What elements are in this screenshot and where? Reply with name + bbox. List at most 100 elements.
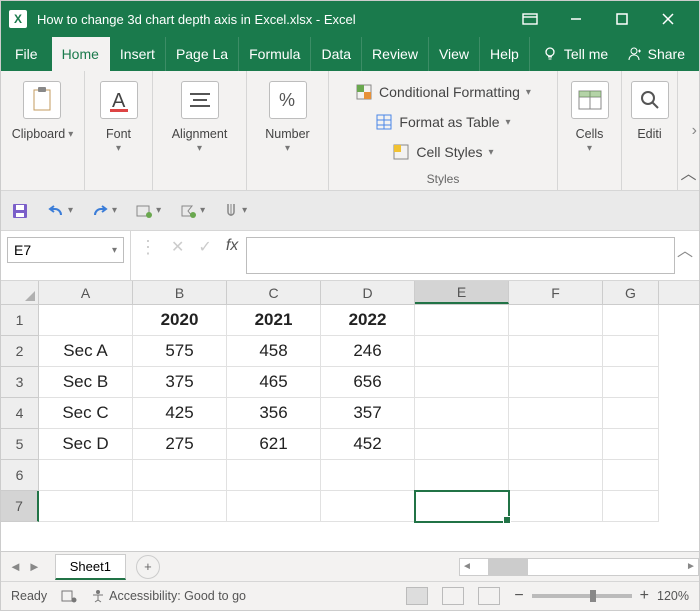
tab-data[interactable]: Data [311, 37, 362, 71]
cell-B3[interactable]: 375 [133, 367, 227, 398]
sheet-tab-sheet1[interactable]: Sheet1 [55, 554, 126, 580]
tell-me-search[interactable]: Tell me [542, 37, 608, 71]
column-header-C[interactable]: C [227, 281, 321, 304]
expand-formula-bar-button[interactable]: ︿ [677, 237, 693, 261]
name-box[interactable]: E7 ▾ [7, 237, 124, 263]
cell-G6[interactable] [603, 460, 659, 491]
cell-F1[interactable] [509, 305, 603, 336]
cell-G5[interactable] [603, 429, 659, 460]
font-group-button[interactable]: A Font ▾ [100, 77, 138, 154]
cell-A3[interactable]: Sec B [39, 367, 133, 398]
cell-B6[interactable] [133, 460, 227, 491]
cell-D5[interactable]: 452 [321, 429, 415, 460]
zoom-slider[interactable] [532, 594, 632, 598]
format-as-table-button[interactable]: Format as Table▾ [375, 107, 510, 137]
row-header-6[interactable]: 6 [1, 460, 39, 491]
paste-button[interactable]: Clipboard▾ [12, 77, 74, 141]
alignment-group-button[interactable]: Alignment ▾ [172, 77, 228, 154]
column-header-E[interactable]: E [415, 281, 509, 304]
cell-F3[interactable] [509, 367, 603, 398]
cell-A7[interactable] [39, 491, 133, 522]
cell-D7[interactable] [321, 491, 415, 522]
tab-view[interactable]: View [429, 37, 480, 71]
macro-record-icon[interactable] [61, 589, 77, 603]
cells-group-button[interactable]: Cells ▾ [571, 77, 609, 154]
fx-options-icon[interactable]: ⋮ [139, 237, 157, 258]
cell-C6[interactable] [227, 460, 321, 491]
qat-button-2[interactable]: ▾ [179, 203, 205, 219]
cell-C1[interactable]: 2021 [227, 305, 321, 336]
save-button[interactable] [11, 202, 29, 220]
cell-F6[interactable] [509, 460, 603, 491]
column-header-B[interactable]: B [133, 281, 227, 304]
cell-A5[interactable]: Sec D [39, 429, 133, 460]
normal-view-button[interactable] [406, 587, 428, 605]
cell-G7[interactable] [603, 491, 659, 522]
cell-A1[interactable] [39, 305, 133, 336]
tab-formulas[interactable]: Formula [239, 37, 311, 71]
cell-C2[interactable]: 458 [227, 336, 321, 367]
cell-C5[interactable]: 621 [227, 429, 321, 460]
formula-input[interactable] [246, 237, 675, 274]
cell-B2[interactable]: 575 [133, 336, 227, 367]
row-header-3[interactable]: 3 [1, 367, 39, 398]
row-header-5[interactable]: 5 [1, 429, 39, 460]
cancel-formula-button[interactable]: ✕ [171, 237, 184, 257]
row-header-7[interactable]: 7 [1, 491, 39, 522]
column-header-F[interactable]: F [509, 281, 603, 304]
editing-group-button[interactable]: Editi [631, 77, 669, 141]
tab-page-layout[interactable]: Page La [166, 37, 239, 71]
select-all-corner[interactable] [1, 281, 39, 304]
cell-D2[interactable]: 246 [321, 336, 415, 367]
cell-E6[interactable] [415, 460, 509, 491]
cell-D3[interactable]: 656 [321, 367, 415, 398]
page-layout-view-button[interactable] [442, 587, 464, 605]
row-header-1[interactable]: 1 [1, 305, 39, 336]
column-header-D[interactable]: D [321, 281, 415, 304]
cell-F4[interactable] [509, 398, 603, 429]
enter-formula-button[interactable]: ✓ [198, 237, 211, 257]
cell-B5[interactable]: 275 [133, 429, 227, 460]
cell-C3[interactable]: 465 [227, 367, 321, 398]
cell-E4[interactable] [415, 398, 509, 429]
cell-G2[interactable] [603, 336, 659, 367]
cell-G3[interactable] [603, 367, 659, 398]
cell-B4[interactable]: 425 [133, 398, 227, 429]
cell-F2[interactable] [509, 336, 603, 367]
fx-button[interactable]: fx [226, 237, 238, 255]
zoom-level[interactable]: 120% [657, 589, 689, 603]
maximize-button[interactable] [599, 1, 645, 37]
cell-B7[interactable] [133, 491, 227, 522]
ribbon-overflow-button[interactable]: › [692, 122, 697, 140]
cell-G4[interactable] [603, 398, 659, 429]
cell-C7[interactable] [227, 491, 321, 522]
minimize-button[interactable] [553, 1, 599, 37]
cell-styles-button[interactable]: Cell Styles▾ [392, 137, 493, 167]
cell-F7[interactable] [509, 491, 603, 522]
cell-F5[interactable] [509, 429, 603, 460]
tab-review[interactable]: Review [362, 37, 429, 71]
cell-E5[interactable] [415, 429, 509, 460]
conditional-formatting-button[interactable]: Conditional Formatting▾ [355, 77, 531, 107]
tab-help[interactable]: Help [480, 37, 530, 71]
cell-G1[interactable] [603, 305, 659, 336]
redo-button[interactable]: ▾ [91, 203, 117, 219]
ribbon-display-options-button[interactable] [507, 1, 553, 37]
cell-D6[interactable] [321, 460, 415, 491]
column-header-A[interactable]: A [39, 281, 133, 304]
tab-home[interactable]: Home [52, 37, 110, 71]
cell-D1[interactable]: 2022 [321, 305, 415, 336]
cell-A2[interactable]: Sec A [39, 336, 133, 367]
cell-E1[interactable] [415, 305, 509, 336]
cell-E3[interactable] [415, 367, 509, 398]
cell-A4[interactable]: Sec C [39, 398, 133, 429]
row-header-2[interactable]: 2 [1, 336, 39, 367]
row-header-4[interactable]: 4 [1, 398, 39, 429]
close-button[interactable] [645, 1, 691, 37]
accessibility-status[interactable]: Accessibility: Good to go [91, 589, 246, 603]
cell-A6[interactable] [39, 460, 133, 491]
tab-file[interactable]: File [1, 37, 52, 71]
horizontal-scrollbar[interactable]: ◄► [459, 558, 699, 576]
column-header-G[interactable]: G [603, 281, 659, 304]
cell-C4[interactable]: 356 [227, 398, 321, 429]
